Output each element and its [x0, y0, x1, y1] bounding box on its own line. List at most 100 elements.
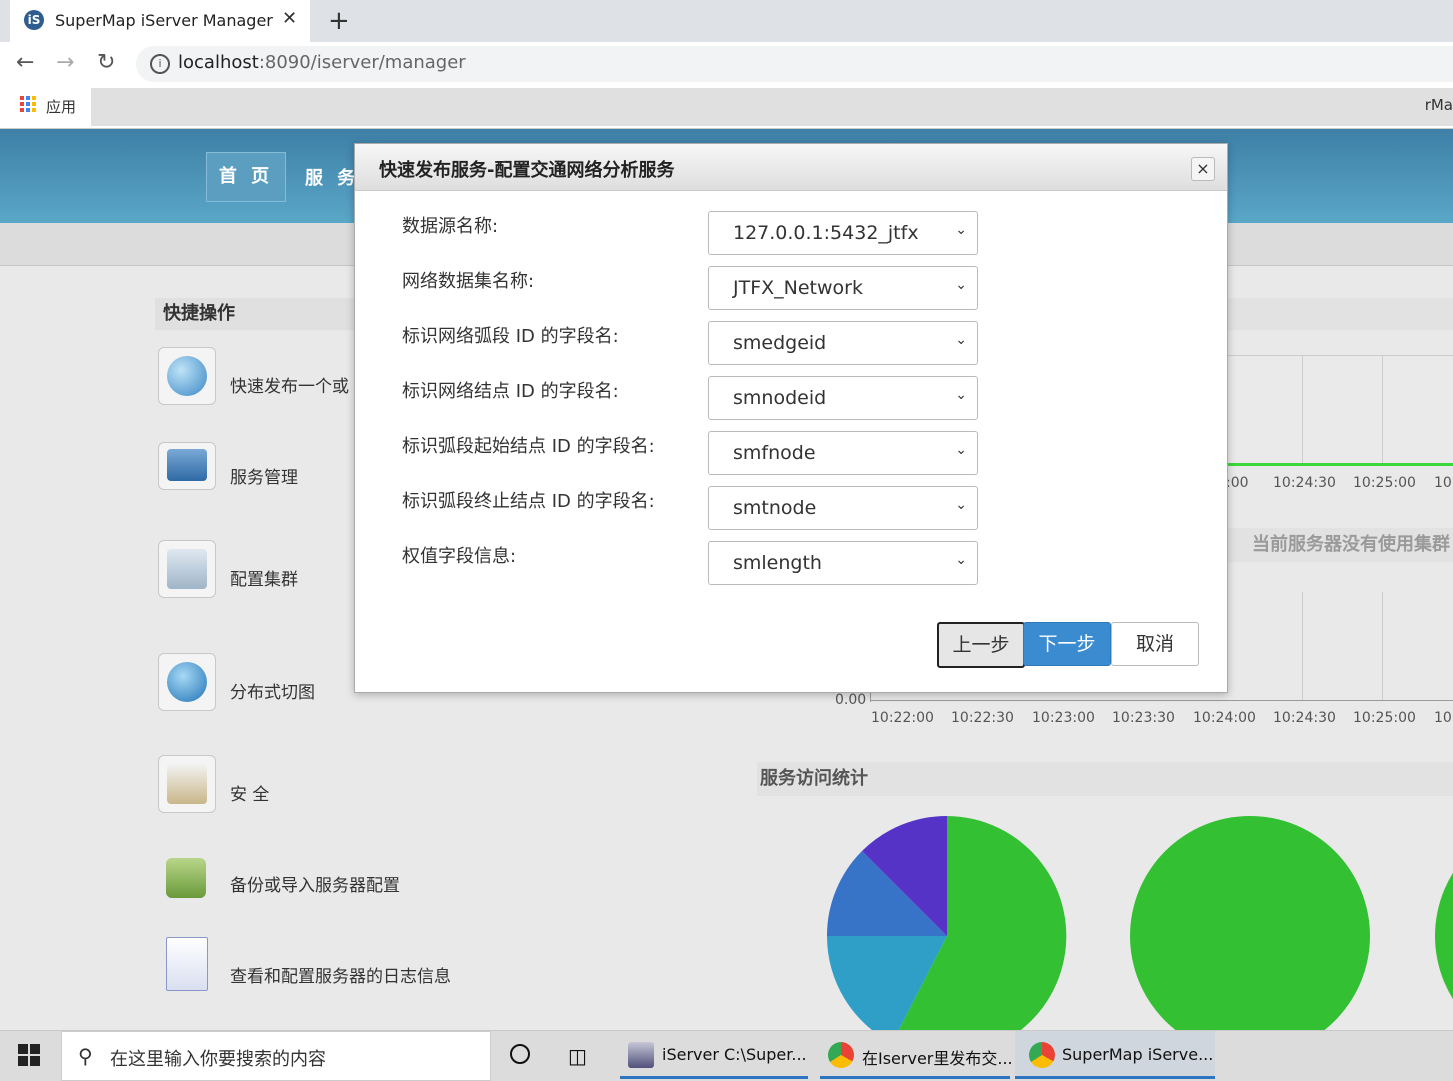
tick-label: 10:24:30 [1273, 710, 1336, 726]
bookmark-truncated[interactable]: rMa [1425, 96, 1453, 114]
field-label-from-node: 标识弧段起始结点 ID 的字段名: [402, 436, 655, 457]
stats-title: 服务访问统计 [757, 762, 1453, 796]
tick-label: 10:22:30 [951, 710, 1014, 726]
chart-header-bar [1226, 298, 1453, 330]
taskbar-app-label: iServer C:\Super... [662, 1045, 807, 1064]
field-label-node-id: 标识网络结点 ID 的字段名: [402, 381, 619, 402]
url-text[interactable]: localhost:8090/iserver/manager [178, 52, 466, 73]
quick-op-tiling[interactable]: 分布式切图 [230, 678, 315, 703]
select-value: smedgeid [733, 332, 827, 354]
field-label-to-node: 标识弧段终止结点 ID 的字段名: [402, 491, 655, 512]
next-button[interactable]: 下一步 [1023, 622, 1111, 666]
tick-label: 10:23:00 [1032, 710, 1095, 726]
datasource-select[interactable]: 127.0.0.1:5432_jtfx ⌄ [708, 211, 978, 255]
quick-op-service-manage[interactable]: 服务管理 [230, 463, 298, 488]
site-info-icon[interactable]: i [150, 54, 170, 74]
apps-grid-icon[interactable] [20, 96, 36, 112]
taskbar-app-label: SuperMap iServe... [1062, 1045, 1214, 1064]
taskbar-app-iserver[interactable]: iServer C:\Super... [620, 1031, 808, 1079]
globe-grid-icon[interactable] [158, 653, 216, 711]
field-label-weight: 权值字段信息: [402, 546, 517, 567]
pie-partial-green [1435, 872, 1453, 1000]
chrome-icon [828, 1042, 854, 1068]
supermap-favicon-icon: iS [24, 10, 44, 30]
task-view-icon[interactable]: ◫ [568, 1044, 587, 1068]
gear-window-icon[interactable] [158, 442, 216, 490]
log-icon[interactable] [158, 935, 214, 991]
address-bar[interactable]: i localhost:8090/iserver/manager [136, 46, 1453, 82]
edge-id-select[interactable]: smedgeid ⌄ [708, 321, 978, 365]
lock-icon[interactable] [158, 755, 216, 813]
tick-label: 10:23:30 [1112, 710, 1175, 726]
tick-label: 10:24:00 [1193, 710, 1256, 726]
publish-dialog: 快速发布服务-配置交通网络分析服务 × 数据源名称: 127.0.0.1:543… [354, 143, 1228, 693]
search-icon: ⚲ [78, 1044, 93, 1068]
nav-services[interactable]: 服 务 [305, 164, 359, 190]
chart-series-line [1226, 463, 1453, 466]
taskbar-app-chrome-1[interactable]: 在Iserver里发布交... [820, 1031, 1013, 1079]
grid-line [1382, 355, 1383, 465]
bookmark-apps[interactable]: 应用 [46, 96, 76, 117]
quick-op-publish[interactable]: 快速发布一个或 [230, 372, 349, 397]
chevron-down-icon: ⌄ [955, 387, 967, 403]
tab-title: SuperMap iServer Manager [55, 11, 273, 30]
chrome-icon [1029, 1042, 1055, 1068]
taskbar-search-input[interactable]: ⚲ 在这里输入你要搜索的内容 [61, 1031, 491, 1081]
tick-label: 10:22:00 [871, 710, 934, 726]
chevron-down-icon: ⌄ [955, 442, 967, 458]
taskbar-app-chrome-2[interactable]: SuperMap iServe... [1015, 1031, 1215, 1079]
select-value: smfnode [733, 442, 816, 464]
nav-home[interactable]: 首 页 [206, 152, 286, 202]
computers-icon[interactable] [158, 540, 216, 598]
backup-icon[interactable] [158, 850, 214, 906]
to-node-select[interactable]: smtnode ⌄ [708, 486, 978, 530]
quick-op-logs[interactable]: 查看和配置服务器的日志信息 [230, 962, 451, 987]
chevron-down-icon: ⌄ [955, 552, 967, 568]
chevron-down-icon: ⌄ [955, 277, 967, 293]
globe-icon[interactable] [158, 347, 216, 405]
from-node-select[interactable]: smfnode ⌄ [708, 431, 978, 475]
pie-full-green [1130, 816, 1370, 1030]
back-arrow-icon[interactable]: ← [16, 50, 34, 75]
chart-top-area [1226, 355, 1453, 467]
active-indicator [820, 1076, 1010, 1079]
cluster-status: 当前服务器没有使用集群 [1226, 528, 1453, 562]
prev-button[interactable]: 上一步 [937, 622, 1025, 668]
quick-op-security[interactable]: 安 全 [230, 780, 269, 805]
weight-select[interactable]: smlength ⌄ [708, 541, 978, 585]
select-value: JTFX_Network [733, 277, 863, 299]
browser-tab[interactable]: iS SuperMap iServer Manager ✕ [10, 0, 310, 42]
field-label-network-dataset: 网络数据集名称: [402, 271, 535, 292]
field-label-datasource: 数据源名称: [402, 216, 499, 237]
chevron-down-icon: ⌄ [955, 332, 967, 348]
quick-ops-title: 快捷操作 [155, 298, 363, 330]
windows-start-icon[interactable] [18, 1044, 40, 1066]
bookmarks-bar: 应用 rMa [0, 86, 1453, 129]
dialog-close-button[interactable]: × [1191, 157, 1215, 181]
dialog-titlebar[interactable]: 快速发布服务-配置交通网络分析服务 × [355, 144, 1227, 191]
tab-close-icon[interactable]: ✕ [282, 8, 297, 29]
x-axis [870, 700, 1453, 701]
chevron-down-icon: ⌄ [955, 222, 967, 238]
select-value: 127.0.0.1:5432_jtfx [733, 222, 919, 244]
select-value: smtnode [733, 497, 817, 519]
network-dataset-select[interactable]: JTFX_Network ⌄ [708, 266, 978, 310]
cortana-icon[interactable] [510, 1044, 530, 1064]
node-id-select[interactable]: smnodeid ⌄ [708, 376, 978, 420]
quick-op-cluster[interactable]: 配置集群 [230, 565, 298, 590]
reload-icon[interactable]: ↻ [97, 50, 115, 75]
quick-op-backup[interactable]: 备份或导入服务器配置 [230, 871, 400, 896]
new-tab-button[interactable]: + [328, 6, 350, 36]
tick-label: 10:25:00 [1353, 710, 1416, 726]
url-path: :8090/iserver/manager [258, 52, 466, 73]
grid-line [1382, 592, 1383, 700]
tick-label: 10:25:00 [1353, 475, 1416, 491]
select-value: smlength [733, 552, 822, 574]
tick-label: 10: [1434, 710, 1453, 726]
field-label-edge-id: 标识网络弧段 ID 的字段名: [402, 326, 619, 347]
forward-arrow-icon[interactable]: → [56, 50, 74, 75]
tick-label: 10:24:30 [1273, 475, 1336, 491]
cancel-button[interactable]: 取消 [1111, 622, 1199, 666]
grid-line [1302, 592, 1303, 700]
pie-charts [826, 815, 1453, 1030]
